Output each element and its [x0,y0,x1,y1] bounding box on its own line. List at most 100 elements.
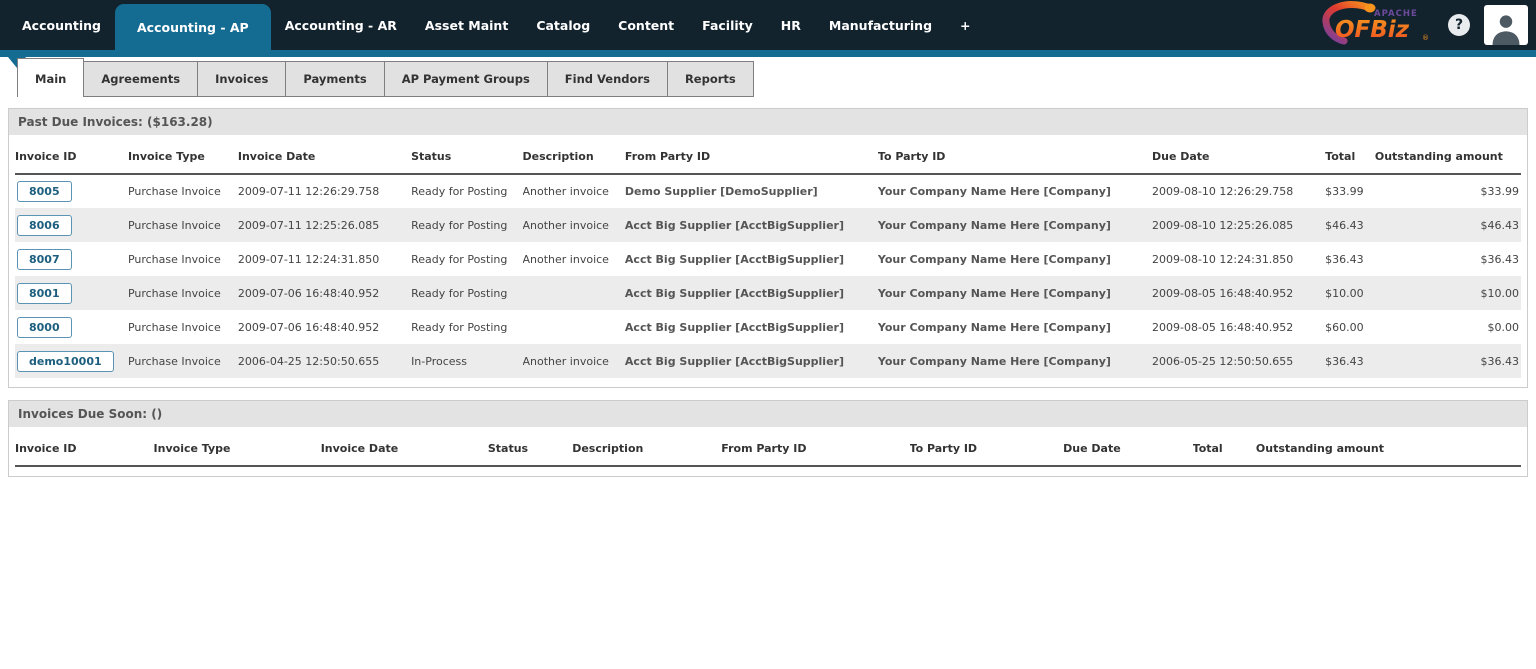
cell-type: Purchase Invoice [127,185,221,198]
cell-description: Another invoice [522,185,609,198]
sub-tab-invoices[interactable]: Invoices [197,61,287,97]
logo-name-text: OFBiz [1335,17,1410,43]
invoice-id-button[interactable]: 8000 [17,316,72,338]
past-due-table: Invoice ID Invoice Type Invoice Date Status… [15,141,1521,378]
app-tab-facility[interactable]: Facility [688,0,767,50]
active-app-strip [0,50,1536,57]
app-tab-accounting[interactable]: Accounting [8,0,115,50]
cell-date: 2009-07-06 16:48:40.952 [237,320,380,334]
cell-type: Purchase Invoice [127,354,221,368]
user-avatar[interactable] [1484,5,1528,45]
cell-to: Your Company Name Here [Company] [877,354,1111,368]
sub-nav-bar: Main Agreements Invoices Payments AP Payment… [0,57,1536,97]
past-due-body: Invoice ID Invoice Type Invoice Date Status… [9,135,1527,387]
cell-description: Another invoice [522,218,609,232]
app-tab-plus[interactable]: + [946,0,984,50]
cell-id: 8000 [15,310,128,344]
cell-due: 2006-05-25 12:50:50.655 [1151,354,1294,368]
app-tab-manufacturing[interactable]: Manufacturing [815,0,946,50]
cell-outstanding: $36.43 [1480,252,1520,266]
cell-from: Acct Big Supplier [AcctBigSupplier] [624,320,844,334]
cell-date: 2006-04-25 12:50:50.655 [237,354,380,368]
cell-from: Acct Big Supplier [AcctBigSupplier] [624,354,844,368]
cell-to: Your Company Name Here [Company] [877,286,1111,300]
due-soon-title: Invoices Due Soon: () [9,401,1527,427]
col-invoice-id: Invoice ID [15,141,128,175]
col-from-party-id: From Party ID [721,433,910,467]
invoice-row-demo10001: demo10001 Purchase Invoice 2006-04-25 12:5… [15,344,1521,378]
cell-from: Acct Big Supplier [AcctBigSupplier] [624,252,844,266]
app-tab-accounting-ar[interactable]: Accounting - AR [271,0,411,50]
cell-status: In-Process [411,354,467,368]
ofbiz-logo[interactable]: APACHE OFBiz ® [1314,1,1434,49]
col-to-party-id: To Party ID [877,141,1152,175]
app-tab-accounting-ap[interactable]: Accounting - AP [115,4,271,50]
app-tab-content[interactable]: Content [604,0,688,50]
invoice-id-button[interactable]: 8001 [17,282,72,304]
cell-total: $36.43 [1325,252,1364,266]
cell-id: 8005 [15,174,128,208]
cell-from: Acct Big Supplier [AcctBigSupplier] [624,286,844,300]
cell-to: Your Company Name Here [Company] [877,320,1111,334]
invoice-id-button[interactable]: 8005 [17,181,72,202]
app-tab-catalog[interactable]: Catalog [522,0,604,50]
invoice-id-button[interactable]: demo10001 [17,350,114,372]
person-icon [1492,15,1520,45]
sub-tab-agreements[interactable]: Agreements [83,61,199,97]
col-invoice-date: Invoice Date [237,141,412,175]
cell-date: 2009-07-11 12:24:31.850 [237,252,380,266]
help-button[interactable]: ? [1448,14,1470,36]
topbar-right: APACHE OFBiz ® ? [1314,0,1530,50]
app-tab-asset-maint[interactable]: Asset Maint [411,0,522,50]
col-due-date: Due Date [1063,433,1193,467]
sub-tab-main[interactable]: Main [17,58,85,97]
cell-status: Ready for Posting [411,185,508,198]
invoice-row-8006: 8006 Purchase Invoice 2009-07-11 12:25:26.… [15,208,1521,242]
due-soon-body: Invoice ID Invoice Type Invoice Date Status… [9,427,1527,476]
col-outstanding-amount: Outstanding amount [1374,141,1521,175]
app-tabs: Accounting Accounting - AP Accounting - AR… [8,0,985,50]
col-invoice-date: Invoice Date [320,433,488,467]
col-status: Status [411,141,523,175]
cell-id: 8006 [15,208,128,242]
col-from-party-id: From Party ID [624,141,878,175]
cell-from: Acct Big Supplier [AcctBigSupplier] [624,218,844,232]
cell-type: Purchase Invoice [127,252,221,266]
cell-outstanding: $46.43 [1480,218,1520,232]
cell-due: 2009-08-05 16:48:40.952 [1151,286,1294,300]
help-icon: ? [1454,17,1464,33]
cell-description [523,276,625,310]
app-tab-hr[interactable]: HR [767,0,815,50]
sub-tab-find-vendors[interactable]: Find Vendors [546,61,668,97]
invoice-row-8001: 8001 Purchase Invoice 2009-07-06 16:48:40.… [15,276,1521,310]
cell-due: 2009-08-10 12:24:31.850 [1151,252,1294,266]
cell-to: Your Company Name Here [Company] [877,218,1111,232]
cell-total: $46.43 [1325,218,1364,232]
cell-type: Purchase Invoice [127,320,221,334]
due-soon-section: Invoices Due Soon: () Invoice ID Invoice … [8,400,1528,477]
cell-outstanding: $36.43 [1480,354,1520,368]
col-invoice-id: Invoice ID [15,433,154,467]
cell-status: Ready for Posting [411,320,508,334]
col-invoice-type: Invoice Type [127,141,238,175]
sub-tab-ap-payment-groups[interactable]: AP Payment Groups [383,61,548,97]
cell-status: Ready for Posting [411,218,508,232]
invoice-id-button[interactable]: 8006 [17,214,72,236]
invoice-id-button[interactable]: 8007 [17,248,72,270]
past-due-section: Past Due Invoices: ($163.28) Invoice ID I… [8,108,1528,388]
cell-to: Your Company Name Here [Company] [877,185,1111,198]
cell-description: Another invoice [522,354,609,368]
sub-tabs: Main Agreements Invoices Payments AP Payment… [17,58,754,97]
cell-date: 2009-07-11 12:25:26.085 [237,218,380,232]
col-status: Status [487,433,573,467]
cell-type: Purchase Invoice [127,218,221,232]
logo-trademark: ® [1422,34,1429,42]
sub-tab-reports[interactable]: Reports [666,61,754,97]
past-due-title: Past Due Invoices: ($163.28) [9,109,1527,135]
cell-total: $36.43 [1325,354,1364,368]
sub-tab-payments[interactable]: Payments [285,61,385,97]
cell-outstanding: $33.99 [1480,185,1520,198]
cell-total: $10.00 [1325,286,1364,300]
cell-id: demo10001 [15,344,128,378]
cell-type: Purchase Invoice [127,286,221,300]
